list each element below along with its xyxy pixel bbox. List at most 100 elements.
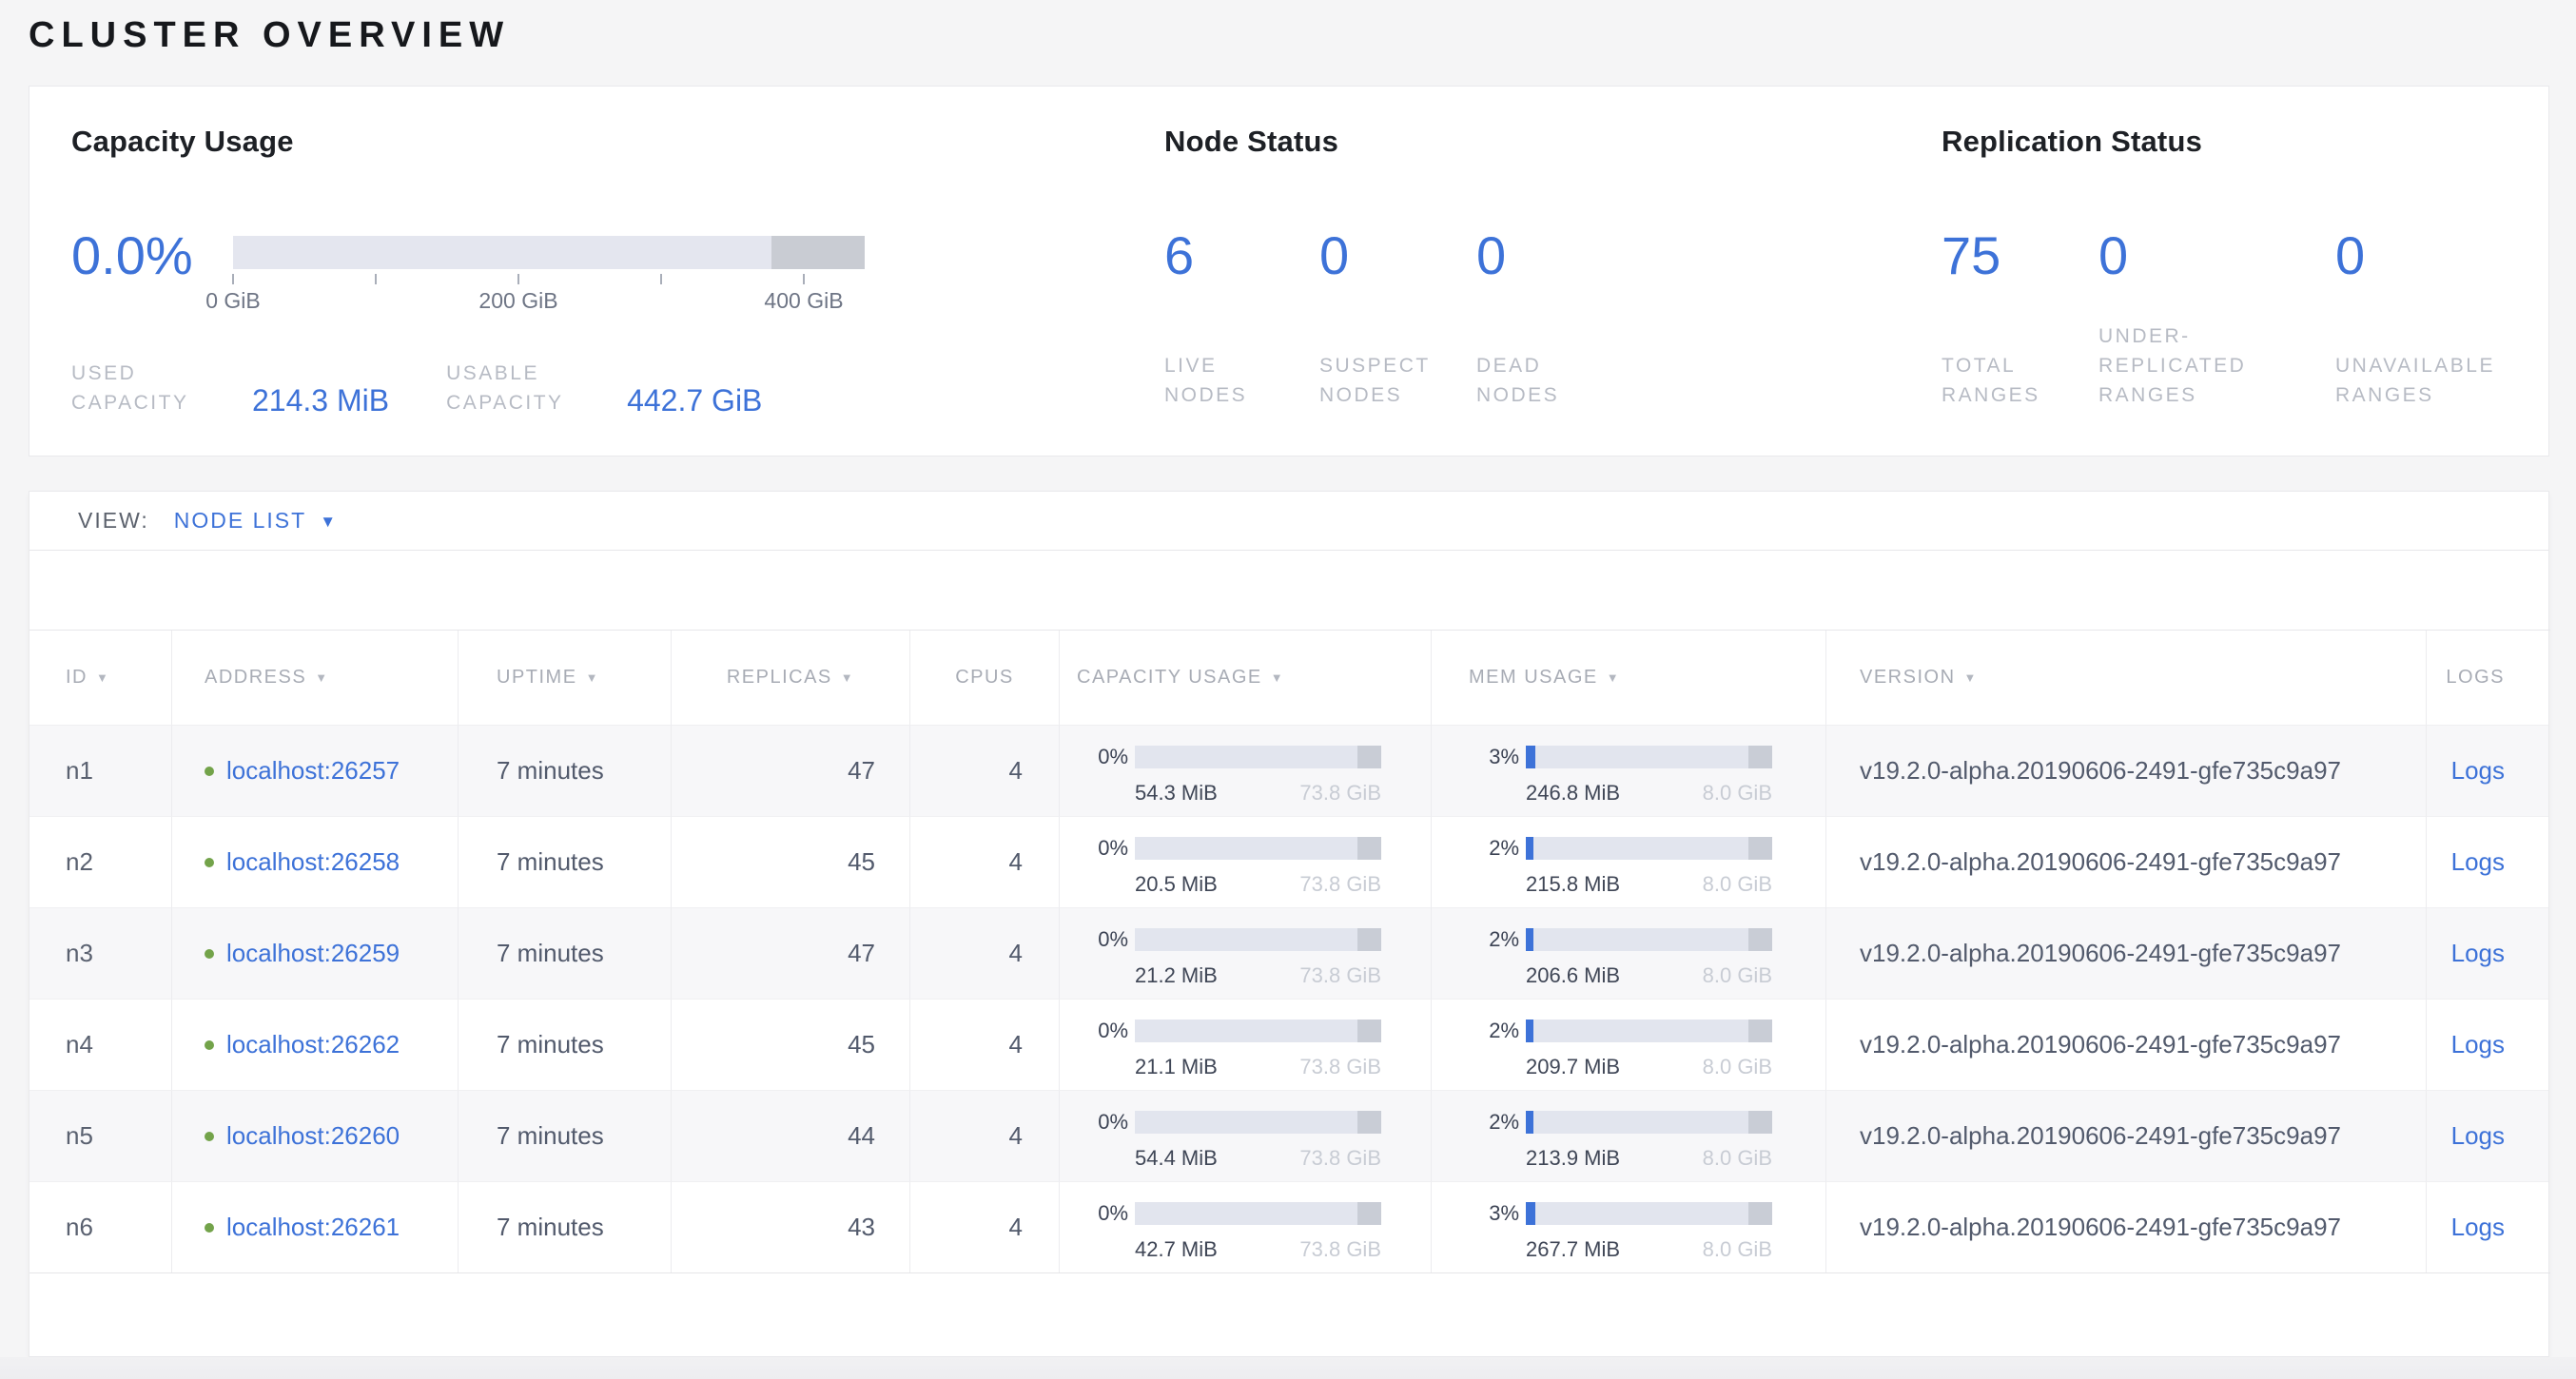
capacity-total-value: 73.8 GiB [1299,872,1381,897]
mem-bar-fill [1526,746,1535,768]
mem-bar-fill [1526,1202,1535,1225]
unavailable-ranges-count: 0 [2335,227,2545,284]
column-header-version[interactable]: VERSION▼ [1826,631,2427,725]
under-replicated-ranges-count: 0 [2098,227,2335,284]
total-ranges-stat: 75 TOTAL RANGES [1942,227,2098,410]
live-nodes-count: 6 [1164,227,1319,284]
column-header-replicas[interactable]: REPLICAS▼ [672,631,910,725]
view-mode-dropdown[interactable]: NODE LIST ▼ [174,508,338,534]
mem-bar-reserved-segment [1748,928,1772,951]
gauge-tick [517,274,519,284]
node-id-cell: n3 [29,907,172,999]
mem-total-value: 8.0 GiB [1703,1237,1772,1262]
column-header-capacity-usage[interactable]: CAPACITY USAGE▼ [1060,631,1432,725]
node-logs-cell: Logs [2427,816,2548,907]
node-mem-usage-cell: 2% 209.7 MiB 8.0 GiB [1432,999,1826,1090]
mem-percent: 3% [1470,745,1519,769]
sort-caret-icon: ▼ [841,670,854,685]
capacity-bar [1135,746,1381,768]
node-address-link[interactable]: localhost:26258 [226,847,400,877]
mem-bar-fill [1526,1111,1533,1134]
column-header-address[interactable]: ADDRESS▼ [172,631,459,725]
under-replicated-ranges-stat: 0 UNDER- REPLICATED RANGES [2098,227,2335,410]
node-uptime-cell: 7 minutes [459,1090,672,1181]
capacity-percent: 0% [1079,836,1128,861]
mem-bar-fill [1526,1020,1533,1042]
mem-percent: 2% [1470,1019,1519,1043]
capacity-percent: 0% [1079,1110,1128,1135]
node-address-link[interactable]: localhost:26260 [226,1121,400,1151]
suspect-nodes-stat: 0 SUSPECT NODES [1319,227,1476,410]
mem-used-value: 213.9 MiB [1526,1146,1620,1171]
node-logs-cell: Logs [2427,907,2548,999]
capacity-usage-title: Capacity Usage [71,125,294,159]
capacity-bar-reserved-segment [1357,1020,1381,1042]
column-header-uptime[interactable]: UPTIME▼ [459,631,672,725]
capacity-bar [1135,1202,1381,1225]
dead-nodes-stat: 0 DEAD NODES [1476,227,1667,410]
node-cpus-cell: 4 [910,1181,1060,1272]
capacity-used-value: 21.2 MiB [1135,963,1218,988]
node-logs-link[interactable]: Logs [2451,939,2505,968]
capacity-total-value: 73.8 GiB [1299,1146,1381,1171]
node-logs-link[interactable]: Logs [2451,1213,2505,1242]
capacity-bar [1135,928,1381,951]
mem-total-value: 8.0 GiB [1703,872,1772,897]
column-header-mem-usage[interactable]: MEM USAGE▼ [1432,631,1826,725]
node-cpus-cell: 4 [910,907,1060,999]
node-address-link[interactable]: localhost:26261 [226,1213,400,1242]
capacity-total-value: 73.8 GiB [1299,1055,1381,1079]
mem-bar-reserved-segment [1748,1111,1772,1134]
capacity-used-value: 54.4 MiB [1135,1146,1218,1171]
capacity-gauge: 0 GiB200 GiB400 GiB [233,236,865,317]
total-ranges-label: TOTAL RANGES [1942,351,2040,410]
mem-total-value: 8.0 GiB [1703,781,1772,806]
live-nodes-label: LIVE NODES [1164,351,1247,410]
mem-used-value: 206.6 MiB [1526,963,1620,988]
mem-bar [1526,1202,1772,1225]
mem-bar-reserved-segment [1748,1202,1772,1225]
capacity-used-value: 54.3 MiB [1135,781,1218,806]
mem-bar [1526,746,1772,768]
node-address-link[interactable]: localhost:26259 [226,939,400,968]
mem-bar-reserved-segment [1748,746,1772,768]
usable-capacity-stat: USABLE CAPACITY 442.7 GiB [446,359,762,418]
node-uptime-cell: 7 minutes [459,725,672,816]
node-logs-link[interactable]: Logs [2451,1121,2505,1151]
replication-status-section: Replication Status 75 TOTAL RANGES 0 UND… [1942,87,2550,456]
node-uptime-cell: 7 minutes [459,1181,672,1272]
sort-caret-icon: ▼ [96,670,109,685]
capacity-used-value: 20.5 MiB [1135,872,1218,897]
node-address-link[interactable]: localhost:26257 [226,756,400,786]
mem-bar [1526,928,1772,951]
node-replicas-cell: 43 [672,1181,910,1272]
mem-used-value: 209.7 MiB [1526,1055,1620,1079]
node-logs-link[interactable]: Logs [2451,1030,2505,1059]
mem-bar-fill [1526,928,1533,951]
node-live-status-icon [205,1223,214,1233]
mem-percent: 2% [1470,836,1519,861]
node-replicas-cell: 44 [672,1090,910,1181]
capacity-bar-reserved-segment [1357,1202,1381,1225]
node-address-cell: localhost:26262 [172,999,459,1090]
capacity-total-value: 73.8 GiB [1299,1237,1381,1262]
node-address-link[interactable]: localhost:26262 [226,1030,400,1059]
node-capacity-usage-cell: 0% 42.7 MiB 73.8 GiB [1060,1181,1432,1272]
replication-status-title: Replication Status [1942,125,2202,159]
node-logs-link[interactable]: Logs [2451,756,2505,786]
gauge-tick [232,274,234,284]
used-capacity-label: USED CAPACITY [71,359,220,418]
capacity-bar [1135,1020,1381,1042]
node-replicas-cell: 47 [672,725,910,816]
capacity-gauge-ticks [233,274,865,285]
mem-bar [1526,837,1772,860]
node-logs-link[interactable]: Logs [2451,847,2505,877]
view-mode-selected: NODE LIST [174,508,306,534]
node-cpus-cell: 4 [910,999,1060,1090]
node-live-status-icon [205,1040,214,1050]
mem-total-value: 8.0 GiB [1703,1146,1772,1171]
column-header-id[interactable]: ID▼ [29,631,172,725]
capacity-bar-reserved-segment [1357,1111,1381,1134]
dead-nodes-count: 0 [1476,227,1667,284]
node-address-cell: localhost:26260 [172,1090,459,1181]
